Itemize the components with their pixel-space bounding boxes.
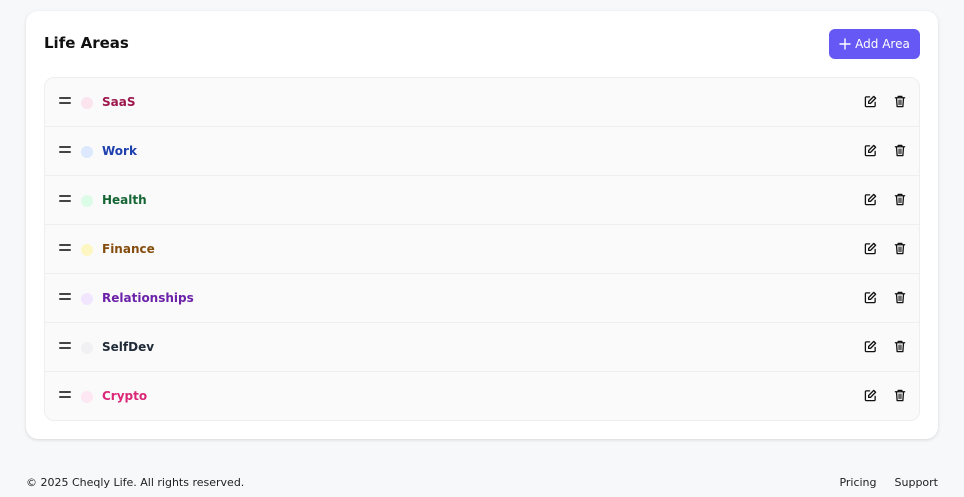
area-label: Health [102,193,147,207]
row-actions [863,338,907,354]
row-actions [863,191,907,207]
area-label: SaaS [102,95,136,109]
edit-icon[interactable] [863,191,877,207]
area-label: Finance [102,242,155,256]
footer-link-pricing[interactable]: Pricing [839,476,876,489]
edit-icon[interactable] [863,142,877,158]
area-color-dot [81,342,93,354]
footer-links: Pricing Support [839,476,938,489]
drag-handle-icon[interactable] [59,97,71,105]
area-row: SaaS [45,78,919,127]
row-actions [863,387,907,403]
add-area-label: Add Area [855,37,910,51]
trash-icon[interactable] [893,387,907,403]
life-areas-card: Life Areas Add Area SaaS Work Health Financ… [26,11,938,439]
area-color-dot [81,146,93,158]
trash-icon[interactable] [893,93,907,109]
page-title: Life Areas [44,34,129,52]
area-color-dot [81,391,93,403]
edit-icon[interactable] [863,338,877,354]
area-color-dot [81,195,93,207]
edit-icon[interactable] [863,240,877,256]
row-actions [863,93,907,109]
area-row: SelfDev [45,323,919,372]
trash-icon[interactable] [893,338,907,354]
row-actions [863,240,907,256]
trash-icon[interactable] [893,289,907,305]
area-row: Relationships [45,274,919,323]
area-row: Work [45,127,919,176]
footer-link-support[interactable]: Support [895,476,938,489]
plus-icon [839,38,851,50]
area-color-dot [81,293,93,305]
drag-handle-icon[interactable] [59,293,71,301]
area-label: Work [102,144,137,158]
area-color-dot [81,244,93,256]
area-row: Finance [45,225,919,274]
drag-handle-icon[interactable] [59,146,71,154]
copyright-text: © 2025 Cheqly Life. All rights reserved. [26,476,245,489]
area-label: SelfDev [102,340,155,354]
drag-handle-icon[interactable] [59,342,71,350]
add-area-button[interactable]: Add Area [829,29,920,59]
drag-handle-icon[interactable] [59,195,71,203]
trash-icon[interactable] [893,240,907,256]
edit-icon[interactable] [863,387,877,403]
row-actions [863,142,907,158]
area-color-dot [81,97,93,109]
trash-icon[interactable] [893,142,907,158]
areas-list: SaaS Work Health Finance Relationships SelfDe… [44,77,920,421]
area-row: Crypto [45,372,919,420]
area-row: Health [45,176,919,225]
trash-icon[interactable] [893,191,907,207]
edit-icon[interactable] [863,289,877,305]
area-label: Relationships [102,291,194,305]
footer: © 2025 Cheqly Life. All rights reserved.… [0,458,964,497]
drag-handle-icon[interactable] [59,244,71,252]
drag-handle-icon[interactable] [59,391,71,399]
edit-icon[interactable] [863,93,877,109]
area-label: Crypto [102,389,148,403]
row-actions [863,289,907,305]
